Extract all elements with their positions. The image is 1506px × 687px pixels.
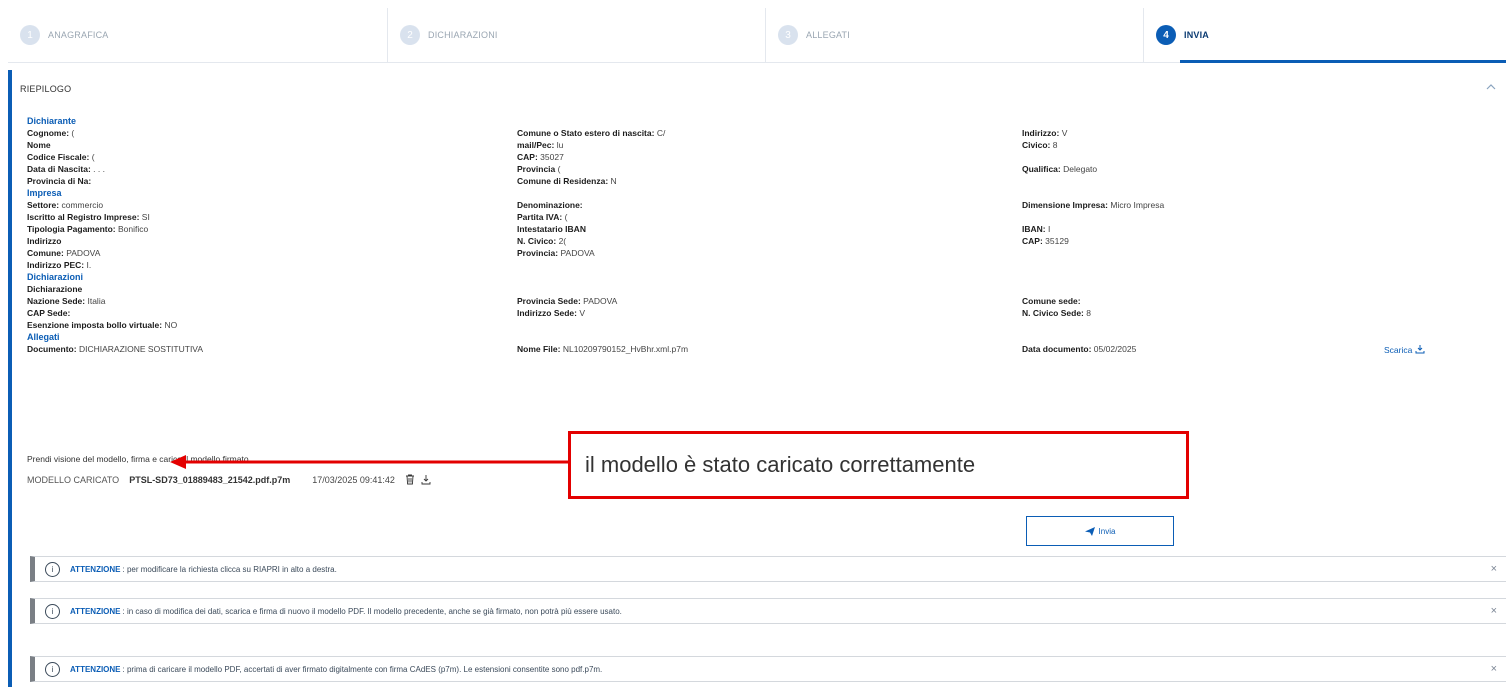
field-comune: Comune: PADOVA bbox=[27, 248, 101, 258]
dichiarazione-title: Dichiarazione bbox=[27, 284, 83, 294]
alert-modifica: i ATTENZIONE : in caso di modifica dei d… bbox=[30, 598, 1506, 624]
step-number: 3 bbox=[778, 25, 798, 45]
step-label: INVIA bbox=[1184, 30, 1210, 40]
invia-label: Invia bbox=[1098, 526, 1116, 536]
stepper: 1 ANAGRAFICA 2 DICHIARAZIONI 3 ALLEGATI … bbox=[8, 8, 1506, 63]
send-icon bbox=[1084, 526, 1095, 536]
section-impresa: Impresa bbox=[27, 188, 62, 198]
info-icon: i bbox=[45, 603, 60, 619]
close-icon[interactable]: × bbox=[1491, 663, 1497, 675]
riepilogo-panel: RIEPILOGO Dichiarante Cognome: ( Nome Co… bbox=[8, 70, 1506, 687]
section-allegati: Allegati bbox=[27, 332, 60, 342]
scarica-link[interactable]: Scarica bbox=[1384, 344, 1425, 355]
field-civico: Civico: 8 bbox=[1022, 140, 1058, 150]
field-dimensione: Dimensione Impresa: Micro Impresa bbox=[1022, 200, 1165, 210]
field-denominazione: Denominazione: bbox=[517, 200, 583, 210]
trash-icon[interactable] bbox=[405, 474, 415, 485]
panel-title: RIEPILOGO bbox=[20, 84, 72, 94]
field-provincia: Provincia ( bbox=[517, 164, 561, 174]
field-nazione-sede: Nazione Sede: Italia bbox=[27, 296, 106, 306]
alert-text: : per modificare la richiesta clicca su … bbox=[122, 564, 337, 574]
field-intestatario: Intestatario IBAN bbox=[517, 224, 586, 234]
close-icon[interactable]: × bbox=[1491, 563, 1497, 575]
alert-strong: ATTENZIONE bbox=[70, 664, 121, 674]
field-data-documento: Data documento: 05/02/2025 bbox=[1022, 344, 1137, 354]
alert-text: : prima di caricare il modello PDF, acce… bbox=[122, 664, 603, 674]
alert-strong: ATTENZIONE bbox=[70, 564, 121, 574]
field-nome: Nome bbox=[27, 140, 51, 150]
download-icon bbox=[1415, 345, 1425, 354]
field-comune-estero: Comune o Stato estero di nascita: C/ bbox=[517, 128, 666, 138]
annotation-box: il modello è stato caricato correttament… bbox=[568, 431, 1189, 499]
field-esenzione: Esenzione imposta bollo virtuale: NO bbox=[27, 320, 178, 330]
field-mail: mail/Pec: lu bbox=[517, 140, 564, 150]
annotation-arrow bbox=[170, 455, 570, 469]
field-iscritto: Iscritto al Registro Imprese: SI bbox=[27, 212, 150, 222]
modello-caricato-row: MODELLO CARICATO PTSL-SD73_01889483_2154… bbox=[27, 474, 437, 485]
step-number: 4 bbox=[1156, 25, 1176, 45]
modello-datetime: 17/03/2025 09:41:42 bbox=[312, 474, 395, 485]
field-cap-sede: CAP Sede: bbox=[27, 308, 71, 318]
field-n-civico: N. Civico: 2( bbox=[517, 236, 567, 246]
field-indirizzo: Indirizzo: V bbox=[1022, 128, 1068, 138]
close-icon[interactable]: × bbox=[1491, 605, 1497, 617]
field-partita-iva: Partita IVA: ( bbox=[517, 212, 568, 222]
field-comune-sede: Comune sede: bbox=[1022, 296, 1081, 306]
alert-riapri: i ATTENZIONE : per modificare la richies… bbox=[30, 556, 1506, 582]
alert-firma: i ATTENZIONE : prima di caricare il mode… bbox=[30, 656, 1506, 682]
step-number: 1 bbox=[20, 25, 40, 45]
field-civico-sede: N. Civico Sede: 8 bbox=[1022, 308, 1091, 318]
field-provincia-impresa: Provincia: PADOVA bbox=[517, 248, 595, 258]
download-icon[interactable] bbox=[421, 474, 431, 485]
info-icon: i bbox=[45, 661, 60, 677]
field-comune-residenza: Comune di Residenza: N bbox=[517, 176, 617, 186]
field-indirizzo-sede: Indirizzo Sede: V bbox=[517, 308, 586, 318]
field-indirizzo-impresa: Indirizzo bbox=[27, 236, 62, 246]
field-tipologia: Tipologia Pagamento: Bonifico bbox=[27, 224, 149, 234]
field-settore: Settore: commercio bbox=[27, 200, 104, 210]
section-dichiarazioni: Dichiarazioni bbox=[27, 272, 84, 282]
scarica-label: Scarica bbox=[1384, 345, 1413, 355]
field-codice-fiscale: Codice Fiscale: ( bbox=[27, 152, 95, 162]
field-qualifica: Qualifica: Delegato bbox=[1022, 164, 1098, 174]
field-nome-file: Nome File: NL10209790152_HvBhr.xml.p7m bbox=[517, 344, 689, 354]
field-cap: CAP: 35027 bbox=[517, 152, 564, 162]
step-dichiarazioni[interactable]: 2 DICHIARAZIONI bbox=[388, 8, 766, 62]
field-pec: Indirizzo PEC: I. bbox=[27, 260, 92, 270]
field-cap-impresa: CAP: 35129 bbox=[1022, 236, 1069, 246]
field-provincia-nascita: Provincia di Na: bbox=[27, 176, 92, 186]
step-allegati[interactable]: 3 ALLEGATI bbox=[766, 8, 1144, 62]
section-dichiarante: Dichiarante bbox=[27, 116, 77, 126]
step-invia[interactable]: 4 INVIA bbox=[1144, 8, 1506, 63]
field-cognome: Cognome: ( bbox=[27, 128, 75, 138]
step-label: ALLEGATI bbox=[806, 30, 850, 40]
field-documento: Documento: DICHIARAZIONE SOSTITUTIVA bbox=[27, 344, 204, 354]
step-label: DICHIARAZIONI bbox=[428, 30, 498, 40]
step-number: 2 bbox=[400, 25, 420, 45]
alert-strong: ATTENZIONE bbox=[70, 606, 121, 616]
field-provincia-sede: Provincia Sede: PADOVA bbox=[517, 296, 618, 306]
step-label: ANAGRAFICA bbox=[48, 30, 109, 40]
info-icon: i bbox=[45, 561, 60, 577]
alert-text: : in caso di modifica dei dati, scarica … bbox=[122, 606, 622, 616]
field-iban: IBAN: I bbox=[1022, 224, 1051, 234]
step-anagrafica[interactable]: 1 ANAGRAFICA bbox=[8, 8, 388, 62]
modello-label: MODELLO CARICATO bbox=[27, 474, 120, 485]
invia-button[interactable]: Invia bbox=[1026, 516, 1174, 546]
field-data-nascita: Data di Nascita: . . . bbox=[27, 164, 105, 174]
chevron-up-icon[interactable] bbox=[1486, 82, 1498, 94]
modello-filename: PTSL-SD73_01889483_21542.pdf.p7m bbox=[129, 474, 291, 485]
